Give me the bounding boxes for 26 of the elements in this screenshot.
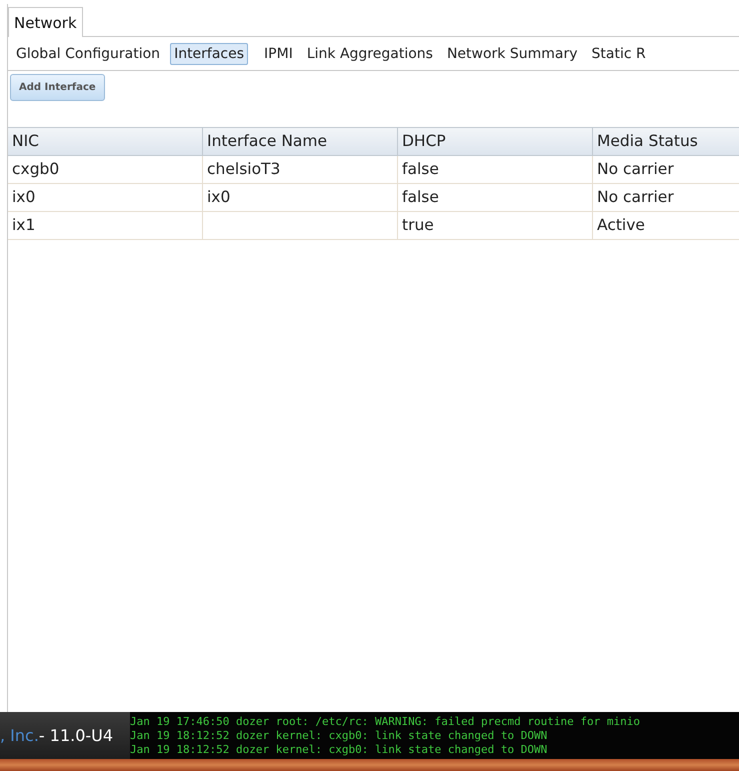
- table-cell: false: [398, 184, 593, 211]
- table-cell: Active: [593, 212, 739, 239]
- table-cell: ix1: [8, 212, 203, 239]
- company-text: , Inc.: [0, 726, 39, 745]
- version-text: - 11.0-U4: [38, 726, 114, 745]
- sub-tab[interactable]: Network Summary: [442, 42, 582, 64]
- table-cell: No carrier: [593, 184, 739, 211]
- sub-tab[interactable]: Static R: [588, 42, 650, 64]
- add-interface-button[interactable]: Add Interface: [10, 74, 105, 101]
- table-cell: cxgb0: [8, 156, 203, 183]
- column-header[interactable]: NIC: [8, 128, 203, 155]
- table-cell: ix0: [8, 184, 203, 211]
- table-cell: No carrier: [593, 156, 739, 183]
- console-log: Jan 19 17:46:50 dozer root: /etc/rc: WARNING: failed precmd routine for minio Jan 19 18:12:52 dozer kernel: cxgb0: link state changed to DOWN Jan 19 18:12:52 dozer kernel: cxgb0: link state changed to DOWN: [130, 712, 739, 759]
- sub-tab[interactable]: IPMI: [260, 42, 297, 64]
- column-header[interactable]: Media Status: [593, 128, 739, 155]
- tab[interactable]: Network: [8, 7, 83, 37]
- table-cell: true: [398, 212, 593, 239]
- column-header[interactable]: DHCP: [398, 128, 593, 155]
- column-header[interactable]: Interface Name: [203, 128, 398, 155]
- sub-tab[interactable]: Global Configuration: [12, 42, 164, 64]
- table-cell: false: [398, 156, 593, 183]
- sub-tab[interactable]: Link Aggregations: [302, 42, 437, 64]
- sub-tab[interactable]: Interfaces: [170, 42, 248, 64]
- table-cell: ix0: [203, 184, 398, 211]
- table-cell: chelsioT3: [203, 156, 398, 183]
